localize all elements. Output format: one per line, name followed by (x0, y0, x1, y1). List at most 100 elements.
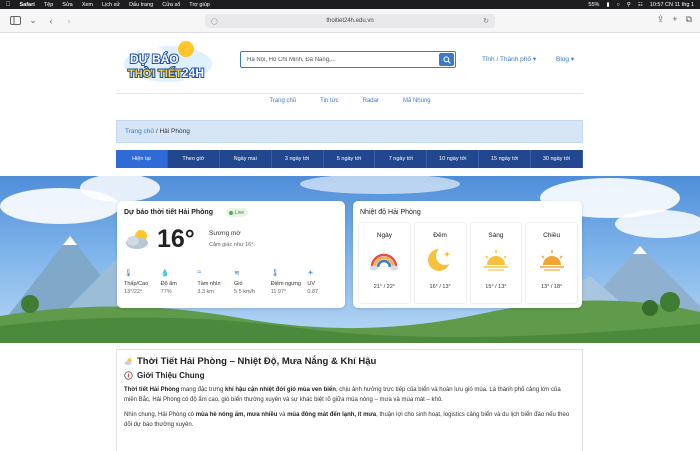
metric-value: 5.5 km/h (234, 289, 256, 295)
address-url: thoitiet24h.edu.vn (326, 18, 374, 24)
control-center-icon[interactable]: ☷ (638, 2, 643, 8)
metric-value: 3.3 km (197, 289, 214, 295)
compass-icon (124, 371, 133, 380)
period-name: Sáng (488, 232, 504, 239)
chevron-down-icon[interactable]: ⌄ (26, 14, 40, 28)
search-button[interactable] (439, 53, 454, 66)
menu-history[interactable]: Lịch sử (102, 2, 120, 8)
address-bar[interactable]: ◯ thoitiet24h.edu.vn ↻ (205, 14, 495, 28)
tab-7-days[interactable]: 7 ngày tới (375, 150, 428, 168)
battery-icon[interactable]: ▮ (606, 2, 609, 8)
logo-line1: DỰ BÁO (130, 51, 179, 66)
uv-icon: ☀ (307, 270, 314, 277)
period-night: Đêm 16° / 13° (413, 222, 467, 304)
menu-app-name[interactable]: Safari (20, 2, 35, 8)
site-logo[interactable]: DỰ BÁO THỜI TIẾT 24H (122, 38, 214, 86)
menu-file[interactable]: Tệp (44, 2, 53, 8)
landscape-illustration (0, 176, 700, 343)
period-morning: Sáng 15° / 13° (469, 222, 523, 304)
bold-text: mùa đông mát đến lạnh, ít mưa (287, 412, 377, 418)
bold-text: Thời tiết Hải Phòng (124, 387, 180, 393)
nav-home[interactable]: Trang chủ (257, 98, 308, 114)
weather-metrics: 🌡 Thấp/Cao 13°/22° 💧 Độ ẩm 77% ≈ Tầm nhì… (122, 269, 342, 303)
current-temperature: 16° (157, 225, 195, 253)
metric-label: Điểm ngưng (270, 281, 301, 287)
metric-uv: ☀ UV 0.87 (305, 269, 342, 303)
tab-overview-icon[interactable]: ⧉ (686, 14, 692, 25)
nav-news[interactable]: Tin tức (308, 98, 350, 114)
rainbow-icon (370, 253, 399, 271)
article-paragraph-2: Nhìn chung, Hải Phòng có mùa hè nóng ẩm,… (124, 410, 575, 430)
metric-value: 77% (160, 289, 172, 295)
divider (116, 93, 583, 94)
humidity-icon: 💧 (160, 270, 170, 277)
logo-badge: 24H (182, 66, 204, 80)
apple-icon[interactable]:  (6, 2, 11, 8)
breadcrumb-current: Hải Phòng (159, 128, 190, 135)
nav-radar[interactable]: Radar (351, 98, 391, 114)
article-subtitle-text: Giới Thiệu Chung (137, 371, 205, 380)
bold-text: khí hậu cận nhiệt đới gió mùa ven biển (224, 387, 336, 393)
live-dot-icon (229, 210, 233, 215)
menu-view[interactable]: Xem (82, 2, 93, 8)
sidebar-toggle-icon[interactable] (8, 14, 22, 28)
city-dropdown-link[interactable]: Tỉnh / Thành phố ▾ (482, 55, 536, 63)
fog-cloud-icon (126, 230, 148, 249)
text: Nhìn chung, Hải Phòng có (124, 412, 196, 418)
period-name: Đêm (433, 232, 447, 239)
metric-value: 11.97° (270, 289, 287, 295)
menu-window[interactable]: Cửa sổ (162, 2, 180, 8)
menubar-clock[interactable]: 10:57 CN 11 thg 1 (650, 2, 694, 8)
tab-5-days[interactable]: 5 ngày tới (324, 150, 376, 168)
blog-link-label: Blog (556, 56, 570, 63)
thermometer-icon: 🌡 (124, 270, 133, 277)
browser-toolbar: ⌄ ‹ › ◯ thoitiet24h.edu.vn ↻ ⇪ + ⧉ (0, 9, 700, 33)
metric-wind: ≋ Gió 5.5 km/h (232, 269, 269, 303)
reload-icon[interactable]: ↻ (483, 17, 489, 25)
period-card-title: Nhiệt độ Hải Phòng (360, 209, 421, 216)
search-input[interactable] (241, 52, 437, 67)
weather-emoji-icon (124, 358, 132, 365)
nav-embed[interactable]: Mã Nhúng (391, 98, 443, 114)
metric-low-high: 🌡 Thấp/Cao 13°/22° (122, 269, 159, 303)
period-list: Ngày 21° / 22° Đêm 16° / 13° Sáng 15° / … (358, 222, 578, 304)
tab-30-days[interactable]: 30 ngày tới (531, 150, 584, 168)
tab-3-days[interactable]: 3 ngày tới (272, 150, 324, 168)
period-name: Ngày (376, 232, 392, 239)
period-day: Ngày 21° / 22° (358, 222, 411, 304)
dewpoint-icon: 🌡 (270, 270, 280, 277)
visibility-icon: ≈ (197, 269, 202, 276)
metric-humidity: 💧 Độ ẩm 77% (159, 269, 196, 303)
search-spotlight-icon[interactable]: ⚲ (627, 2, 631, 8)
breadcrumb-home[interactable]: Trang chủ (125, 128, 154, 135)
privacy-shield-icon[interactable]: ◯ (211, 18, 218, 25)
sunrise-icon (483, 250, 508, 271)
wifi-icon[interactable]: ○ (616, 2, 619, 8)
period-temp: 21° / 22° (373, 284, 395, 290)
city-link-label: Tỉnh / Thành phố (482, 56, 532, 63)
tab-now[interactable]: Hiện tại (116, 150, 168, 168)
breadcrumb: Trang chủ / Hải Phòng (116, 120, 583, 143)
period-temp: 16° / 13° (429, 284, 451, 290)
metric-label: Độ ẩm (160, 281, 177, 287)
blog-dropdown-link[interactable]: Blog ▾ (556, 55, 574, 63)
article-title: Thời Tiết Hải Phòng – Nhiệt Độ, Mưa Nắng… (124, 356, 575, 367)
tab-tomorrow[interactable]: Ngày mai (220, 150, 272, 168)
tab-10-days[interactable]: 10 ngày tới (427, 150, 480, 168)
site-header: DỰ BÁO THỜI TIẾT 24H Tỉnh / Thành phố ▾ … (0, 33, 700, 93)
new-tab-icon[interactable]: + (672, 14, 677, 25)
tab-hourly[interactable]: Theo giờ (168, 150, 220, 168)
current-condition: Sương mờ (209, 230, 241, 237)
live-badge: Live (226, 208, 249, 217)
main-nav: Trang chủ Tin tức Radar Mã Nhúng (0, 98, 700, 114)
tab-15-days[interactable]: 15 ngày tới (479, 150, 532, 168)
menu-edit[interactable]: Sửa (62, 2, 72, 8)
back-icon[interactable]: ‹ (44, 14, 58, 28)
period-temp: 13° / 18° (541, 284, 563, 290)
period-temperature-card: Nhiệt độ Hải Phòng Ngày 21° / 22° Đêm 16… (353, 201, 582, 308)
forward-icon[interactable]: › (62, 14, 76, 28)
article-title-text: Thời Tiết Hải Phòng – Nhiệt Độ, Mưa Nắng… (137, 356, 377, 367)
menu-help[interactable]: Trợ giúp (189, 2, 210, 8)
share-icon[interactable]: ⇪ (657, 14, 665, 25)
menu-bookmarks[interactable]: Dấu trang (129, 2, 153, 8)
